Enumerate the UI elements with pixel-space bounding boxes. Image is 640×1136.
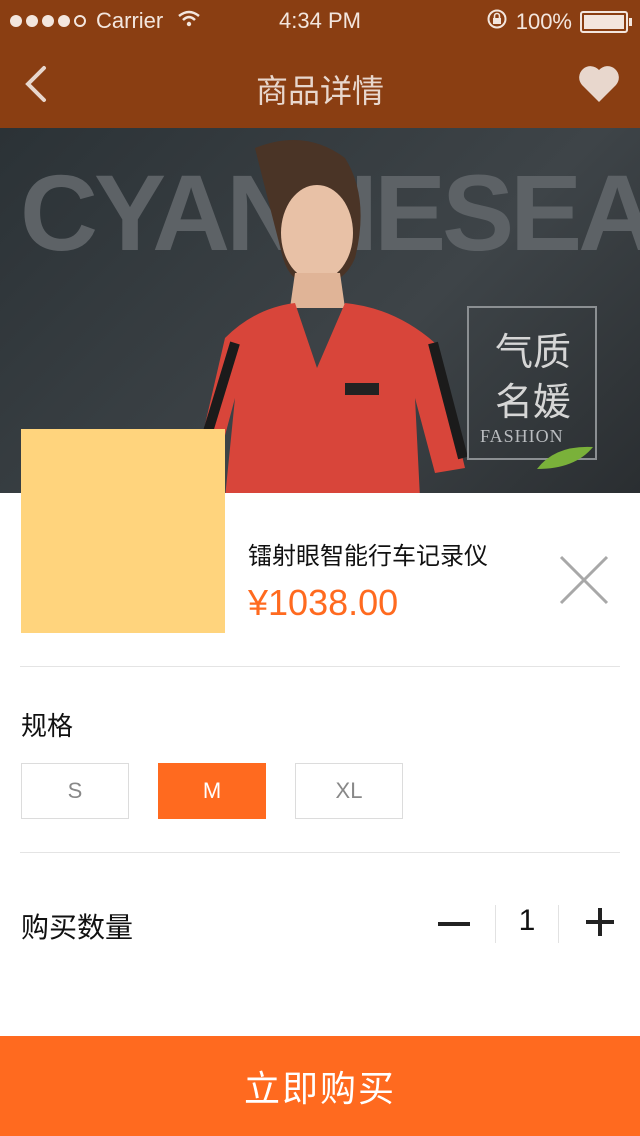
divider xyxy=(20,852,620,853)
banner-badge-text: 气质 名媛 xyxy=(494,332,571,424)
product-name: 镭射眼智能行车记录仪 xyxy=(248,543,488,570)
battery-icon xyxy=(580,11,632,33)
divider xyxy=(20,666,620,667)
quantity-decrease-button[interactable] xyxy=(438,922,470,926)
favorite-button[interactable] xyxy=(576,60,622,106)
buy-now-button[interactable]: 立即购买 xyxy=(0,1036,640,1136)
quantity-label: 购买数量 xyxy=(21,912,134,943)
product-price: ¥1038.00 xyxy=(248,582,399,623)
status-bar: Carrier 4:34 PM 100% xyxy=(0,0,640,40)
spec-option-s[interactable]: S xyxy=(21,763,129,819)
quantity-value[interactable]: 1 xyxy=(505,904,549,938)
quantity-increase-button[interactable] xyxy=(586,908,614,936)
close-icon xyxy=(559,555,609,605)
close-button[interactable] xyxy=(557,553,611,607)
status-right: 100% xyxy=(486,8,632,36)
spec-option-m[interactable]: M xyxy=(158,763,266,819)
battery-percent: 100% xyxy=(515,9,572,34)
spec-option-xl[interactable]: XL xyxy=(295,763,403,819)
quantity-separator xyxy=(495,905,496,943)
spec-label: 规格 xyxy=(21,711,74,741)
quantity-separator xyxy=(558,905,559,943)
product-thumbnail xyxy=(21,429,225,633)
leaf-icon xyxy=(537,446,593,469)
rotation-lock-icon xyxy=(486,8,508,36)
heart-icon xyxy=(579,66,619,102)
nav-bar: 商品详情 xyxy=(0,40,640,128)
model-image xyxy=(195,140,468,493)
page-title: 商品详情 xyxy=(255,73,384,109)
